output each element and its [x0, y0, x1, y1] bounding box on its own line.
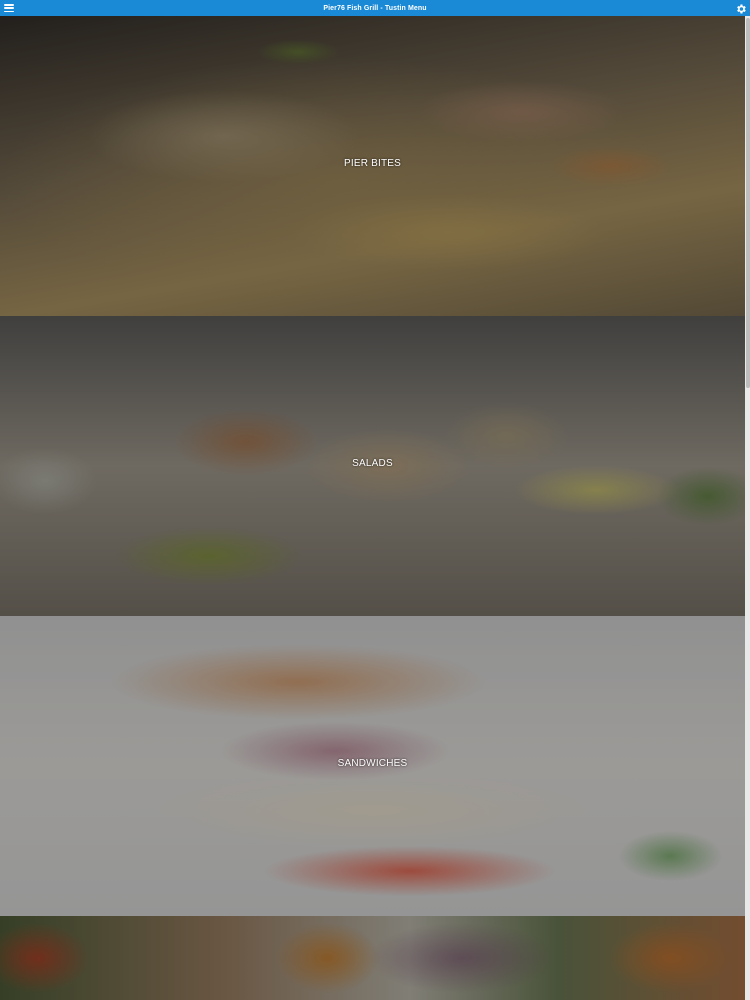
category-sandwiches[interactable]: SANDWICHES — [0, 616, 745, 916]
category-salads[interactable]: SALADS — [0, 316, 745, 616]
vertical-scrollbar[interactable] — [745, 16, 750, 1000]
category-pier-bites[interactable]: PIER BITES — [0, 16, 745, 316]
category-item[interactable] — [0, 916, 745, 1000]
settings-button[interactable] — [735, 2, 747, 14]
menu-line — [4, 10, 14, 12]
category-label: PIER BITES — [343, 158, 401, 169]
menu-line — [4, 7, 14, 9]
top-app-bar: Pier76 Fish Grill - Tustin Menu — [0, 0, 750, 16]
app-title: Pier76 Fish Grill - Tustin Menu — [323, 4, 427, 12]
gear-icon — [737, 4, 746, 14]
menu-line — [4, 4, 14, 6]
category-label: SANDWICHES — [337, 758, 408, 769]
scrollbar-thumb[interactable] — [745, 18, 750, 388]
hamburger-menu-button[interactable] — [4, 3, 14, 13]
category-label: SALADS — [352, 458, 393, 469]
